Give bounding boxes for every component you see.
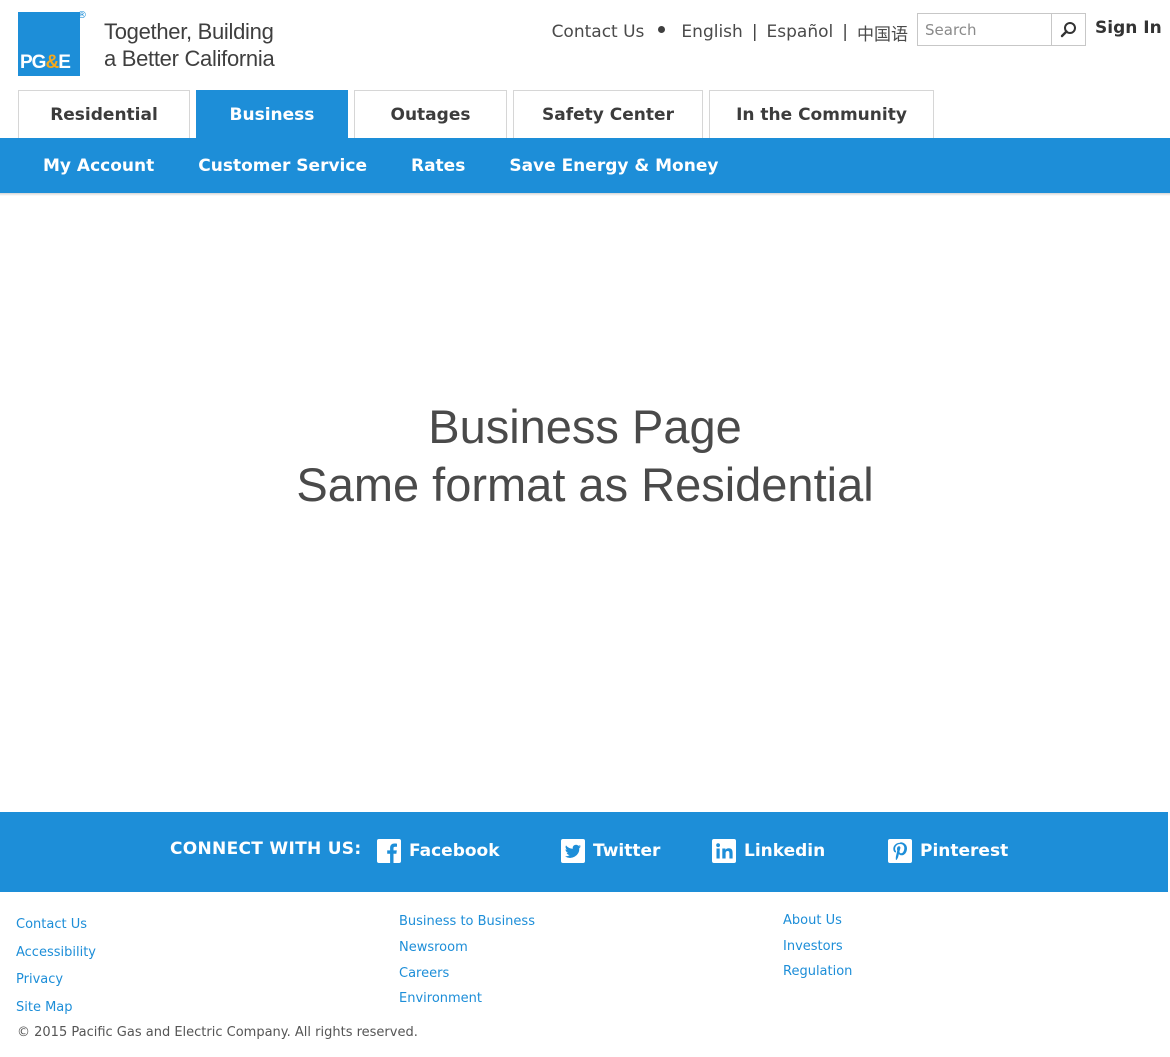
connect-bar: CONNECT WITH US: Facebook Twitter Linked…	[0, 812, 1168, 892]
connect-label: CONNECT WITH US:	[170, 839, 362, 859]
tab-in-the-community[interactable]: In the Community	[709, 90, 934, 139]
lang-separator: |	[751, 22, 758, 42]
lang-chinese-link[interactable]: 中国语	[857, 20, 908, 45]
logo-mark: PG&E	[18, 12, 80, 76]
search-input[interactable]	[918, 14, 1052, 45]
linkedin-link[interactable]: Linkedin	[712, 838, 825, 864]
footer-column-2: Business to Business Newsroom Careers En…	[399, 909, 535, 1012]
main-tabs: Residential Business Outages Safety Cent…	[18, 90, 940, 139]
hero-title: Business Page	[428, 400, 742, 453]
utility-links: Contact Us English | Español | 中国语	[552, 20, 908, 45]
registered-mark: ®	[77, 10, 87, 21]
lang-espanol-link[interactable]: Español	[767, 22, 834, 42]
contact-us-link[interactable]: Contact Us	[552, 22, 645, 42]
pge-logo[interactable]: PG&E ®	[18, 10, 87, 76]
footer-newsroom-link[interactable]: Newsroom	[399, 935, 535, 961]
sign-in-link[interactable]: Sign In	[1095, 18, 1162, 38]
tab-safety-center[interactable]: Safety Center	[513, 90, 703, 139]
facebook-link[interactable]: Facebook	[377, 838, 500, 864]
pinterest-icon	[888, 839, 912, 863]
subnav-shadow	[0, 193, 1170, 196]
logo-wordmark: PG&E	[20, 52, 71, 73]
footer-investors-link[interactable]: Investors	[783, 934, 852, 960]
tab-outages[interactable]: Outages	[354, 90, 507, 139]
linkedin-label: Linkedin	[744, 841, 826, 861]
footer-regulation-link[interactable]: Regulation	[783, 959, 852, 985]
hero-placeholder: Business Page Same format as Residential	[0, 398, 1170, 514]
search-box	[917, 13, 1086, 46]
twitter-label: Twitter	[593, 841, 661, 861]
search-button[interactable]	[1051, 14, 1085, 45]
footer-column-3: About Us Investors Regulation	[783, 908, 852, 985]
subnav-my-account[interactable]: My Account	[43, 156, 154, 176]
footer-careers-link[interactable]: Careers	[399, 961, 535, 987]
linkedin-icon	[712, 839, 736, 863]
lang-english-link[interactable]: English	[681, 22, 742, 42]
pinterest-label: Pinterest	[920, 841, 1009, 861]
tagline-line-2: a Better California	[104, 46, 275, 71]
footer-column-1: Contact Us Accessibility Privacy Site Ma…	[16, 911, 96, 1021]
copyright-text: © 2015 Pacific Gas and Electric Company.…	[17, 1025, 418, 1040]
twitter-link[interactable]: Twitter	[561, 838, 660, 864]
footer-about-us-link[interactable]: About Us	[783, 908, 852, 934]
footer-business-to-business-link[interactable]: Business to Business	[399, 909, 535, 935]
pinterest-link[interactable]: Pinterest	[888, 838, 1008, 864]
facebook-label: Facebook	[409, 841, 500, 861]
lang-separator: |	[842, 22, 848, 42]
footer-site-map-link[interactable]: Site Map	[16, 994, 96, 1022]
tagline: Together, Building a Better California	[104, 18, 275, 72]
twitter-icon	[561, 839, 585, 863]
hero-subtitle: Same format as Residential	[296, 458, 874, 511]
search-icon	[1060, 22, 1076, 38]
subnav-customer-service[interactable]: Customer Service	[198, 156, 367, 176]
sub-navigation: My Account Customer Service Rates Save E…	[0, 138, 1170, 193]
subnav-rates[interactable]: Rates	[411, 156, 465, 176]
tab-business[interactable]: Business	[196, 90, 348, 139]
footer-accessibility-link[interactable]: Accessibility	[16, 939, 96, 967]
footer-environment-link[interactable]: Environment	[399, 986, 535, 1012]
footer-privacy-link[interactable]: Privacy	[16, 966, 96, 994]
footer-contact-us-link[interactable]: Contact Us	[16, 911, 96, 939]
tagline-line-1: Together, Building	[104, 19, 274, 44]
bullet-separator	[658, 25, 666, 33]
tab-residential[interactable]: Residential	[18, 90, 190, 139]
facebook-icon	[377, 839, 401, 863]
subnav-save-energy-money[interactable]: Save Energy & Money	[509, 156, 718, 176]
